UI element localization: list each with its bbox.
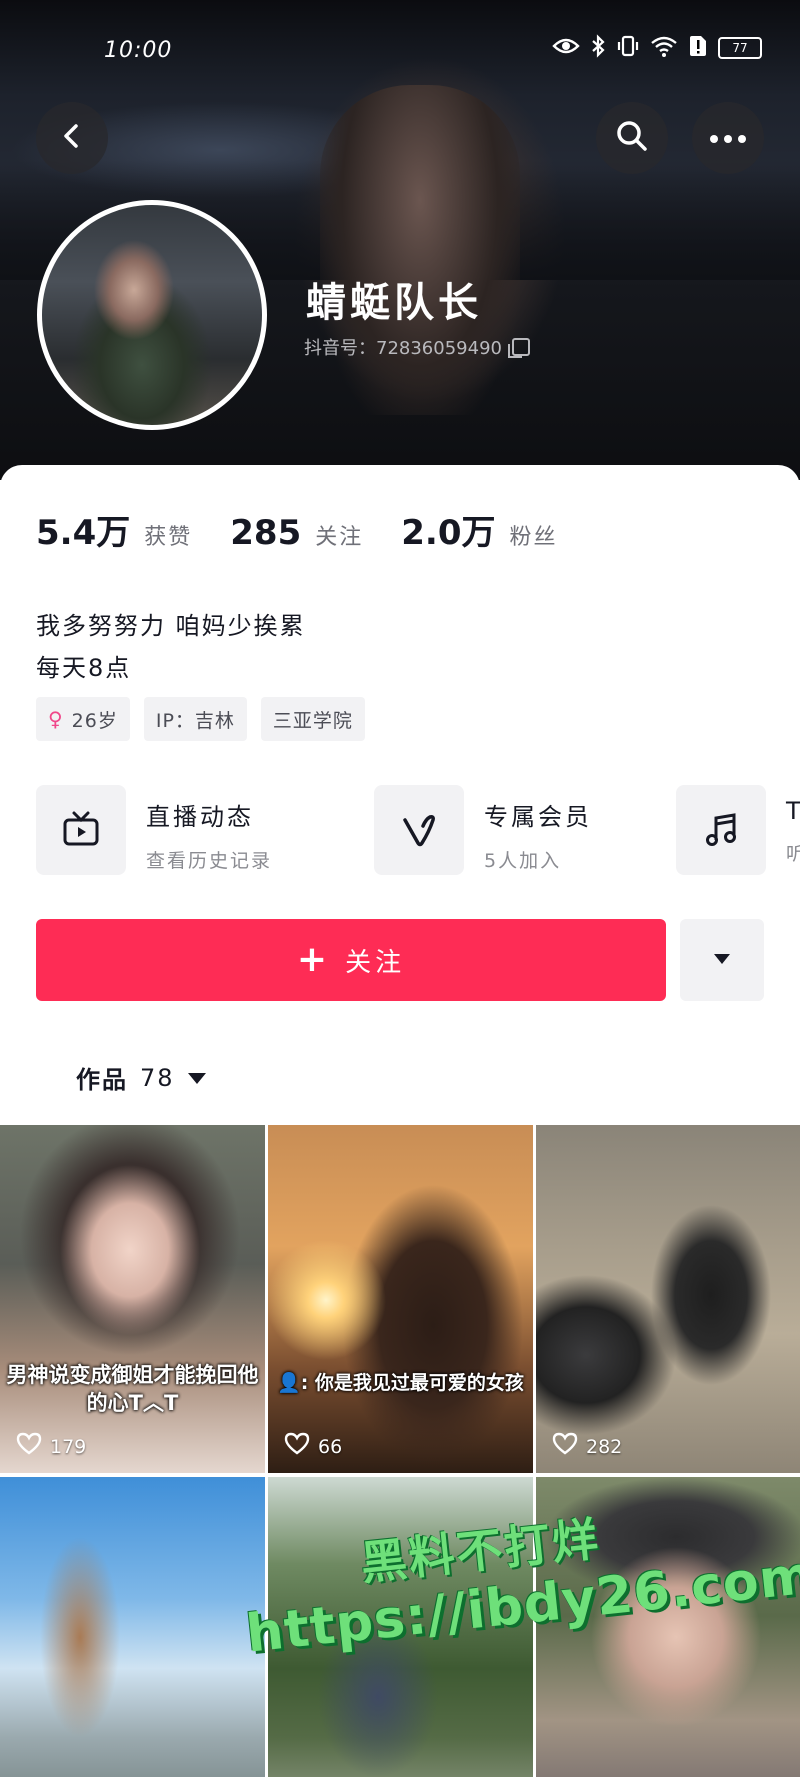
service-title: Ta	[786, 797, 800, 825]
search-icon	[614, 118, 650, 158]
sim-alert-icon	[688, 34, 708, 62]
stat-value: 285	[230, 513, 302, 553]
service-title: 专属会员	[484, 803, 592, 831]
follow-label: 关注	[345, 947, 406, 978]
battery-icon: 77	[718, 37, 762, 59]
service-membership[interactable]: 专属会员 5人加入	[374, 785, 592, 875]
heart-icon	[16, 1432, 42, 1461]
more-dots-icon	[708, 129, 748, 148]
stat-likes[interactable]: 5.4万 获赞	[36, 505, 192, 554]
profile-tags: ♀ 26岁 IP：吉林 三亚学院	[36, 697, 365, 741]
tag-ip: IP：吉林	[143, 697, 247, 741]
video-thumbnail[interactable]: 男神说变成御姐才能挽回他的心T︿T 179	[0, 1125, 265, 1473]
profile-bio: 我多努努力 咱妈少挨累 每天8点	[36, 605, 306, 689]
caret-down-icon	[712, 951, 732, 970]
eye-icon	[552, 36, 580, 60]
video-likes: 66	[284, 1432, 342, 1461]
recommend-dropdown-button[interactable]	[680, 919, 764, 1001]
bio-line: 我多努努力 咱妈少挨累	[36, 612, 306, 640]
video-grid: 男神说变成御姐才能挽回他的心T︿T 179 👤: 你是我见过最可爱的女孩 66 …	[0, 1125, 800, 1777]
service-title: 直播动态	[146, 803, 254, 831]
uid-label: 抖音号：72836059490	[304, 338, 502, 359]
heart-icon	[284, 1432, 310, 1461]
tab-count: 78	[140, 1063, 175, 1092]
bluetooth-icon	[590, 34, 606, 62]
cover-portrait	[320, 85, 520, 415]
service-subtitle: 查看历史记录	[146, 850, 273, 872]
bio-line: 每天8点	[36, 654, 132, 682]
video-caption: 男神说变成御姐才能挽回他的心T︿T	[6, 1363, 259, 1415]
service-live-history[interactable]: 直播动态 查看历史记录	[36, 785, 272, 875]
tag-school[interactable]: 三亚学院	[260, 697, 365, 741]
status-bar: 10:00 77	[0, 0, 800, 100]
avatar[interactable]	[37, 200, 267, 430]
status-icons: 77	[552, 34, 762, 62]
caret-down-icon	[187, 1064, 207, 1092]
tab-works[interactable]: 作品 78	[76, 1060, 207, 1095]
chevron-left-icon	[57, 121, 87, 155]
video-thumbnail[interactable]: 282	[536, 1125, 800, 1473]
stat-label: 关注	[315, 525, 364, 550]
services-row: 直播动态 查看历史记录 专属会员 5人加入 Ta 听	[36, 785, 800, 877]
tag-age: ♀ 26岁	[36, 697, 130, 741]
video-caption: 👤: 你是我见过最可爱的女孩	[277, 1372, 524, 1394]
video-thumbnail[interactable]	[0, 1477, 265, 1777]
video-thumbnail[interactable]: 👤: 你是我见过最可爱的女孩 66	[268, 1125, 533, 1473]
copy-icon[interactable]	[507, 338, 530, 358]
stat-value: 2.0万	[401, 513, 496, 553]
stats-row: 5.4万 获赞 285 关注 2.0万 粉丝	[36, 505, 558, 554]
uid-row: 抖音号：72836059490	[304, 334, 530, 360]
service-subtitle: 5人加入	[484, 850, 562, 872]
v-icon	[374, 785, 464, 875]
video-likes: 179	[16, 1432, 86, 1461]
music-note-icon	[676, 785, 766, 875]
back-button[interactable]	[36, 102, 108, 174]
follow-button[interactable]: + 关注	[36, 919, 666, 1001]
search-button[interactable]	[596, 102, 668, 174]
stat-followers[interactable]: 2.0万 粉丝	[401, 505, 557, 554]
status-time: 10:00	[104, 38, 173, 63]
female-icon: ♀	[48, 707, 64, 731]
profile-nickname: 蜻蜓队长	[306, 280, 482, 326]
vibrate-icon	[616, 34, 640, 62]
plus-icon: +	[296, 939, 332, 980]
stat-following[interactable]: 285 关注	[230, 513, 363, 553]
more-options-button[interactable]	[692, 102, 764, 174]
service-subtitle: 听	[786, 843, 800, 865]
stat-label: 获赞	[144, 525, 193, 550]
wifi-icon	[650, 35, 678, 61]
heart-icon	[552, 1432, 578, 1461]
video-likes: 282	[552, 1432, 622, 1461]
stat-label: 粉丝	[509, 525, 558, 550]
stat-value: 5.4万	[36, 513, 131, 553]
service-music[interactable]: Ta 听	[676, 785, 800, 875]
tv-icon	[36, 785, 126, 875]
tab-label: 作品	[76, 1066, 128, 1094]
